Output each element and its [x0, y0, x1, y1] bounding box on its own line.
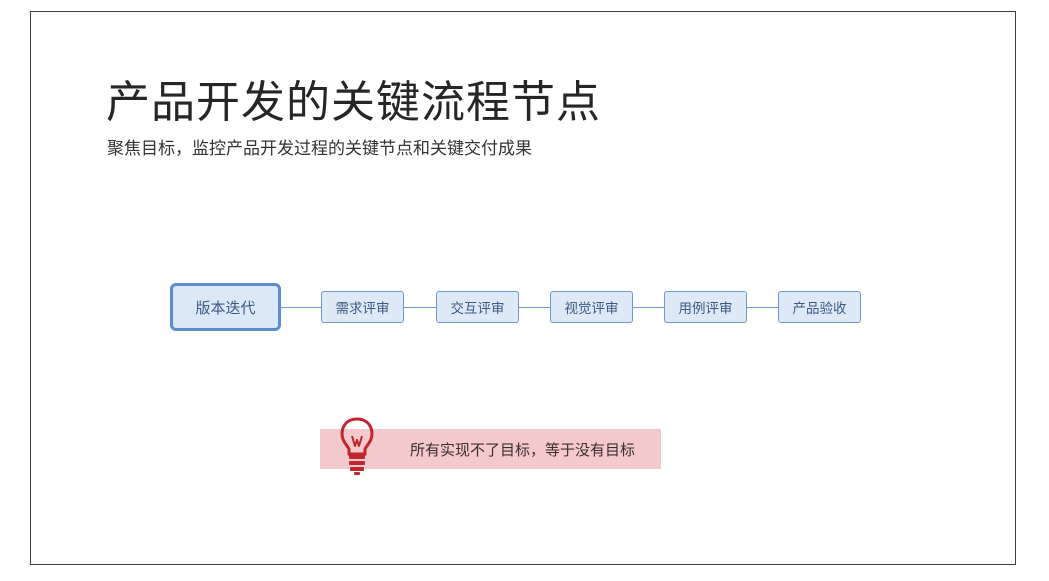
- flow-node-step: 交互评审: [436, 291, 519, 323]
- flow-connector: [519, 307, 550, 308]
- flow-connector: [747, 307, 778, 308]
- flow-node-step: 需求评审: [321, 291, 404, 323]
- flow-connector: [281, 307, 321, 308]
- process-flow: 版本迭代 需求评审 交互评审 视觉评审 用例评审 产品验收: [31, 12, 1017, 566]
- flow-node-main: 版本迭代: [170, 283, 281, 331]
- flow-node-step: 视觉评审: [550, 291, 633, 323]
- lightbulb-icon: [340, 417, 374, 475]
- flow-node-step: 产品验收: [778, 291, 861, 323]
- slide: 产品开发的关键流程节点 聚焦目标，监控产品开发过程的关键节点和关键交付成果 版本…: [30, 11, 1016, 565]
- flow-node-step: 用例评审: [664, 291, 747, 323]
- flow-connector: [404, 307, 436, 308]
- callout-text: 所有实现不了目标，等于没有目标: [410, 441, 636, 459]
- flow-connector: [633, 307, 664, 308]
